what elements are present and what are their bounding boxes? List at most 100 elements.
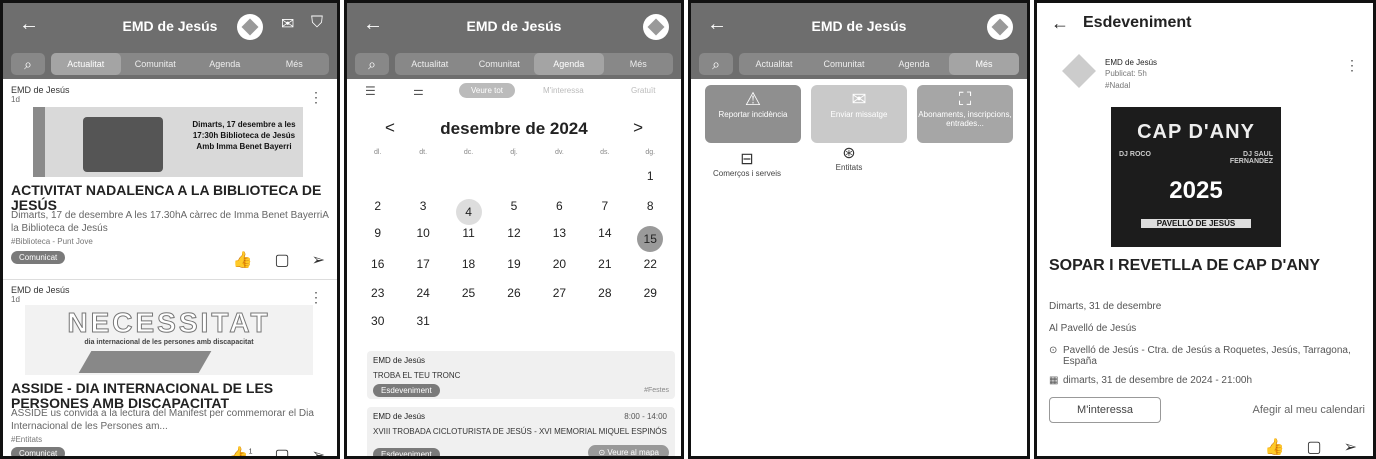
calendar-day-selected[interactable]: 15 [637, 226, 664, 252]
calendar-day[interactable]: 10 [400, 226, 445, 252]
like-icon[interactable]: 👍1 [229, 445, 253, 456]
event-datetime: dimarts, 31 de desembre de 2024 - 21:00h [1063, 375, 1253, 386]
event-tag: #Nadal [1105, 81, 1131, 90]
next-month-icon[interactable]: > [633, 118, 643, 138]
weekday-label: dj. [510, 149, 518, 156]
screen-more: ← EMD de Jesús ⌕ Actualitat Comunitat Ag… [688, 0, 1030, 459]
avatar[interactable] [237, 14, 263, 40]
share-icon[interactable]: ➢ [312, 250, 325, 270]
calendar-day[interactable]: 12 [491, 226, 536, 252]
tab-mes[interactable]: Més [949, 53, 1019, 75]
calendar-day[interactable]: 1 [628, 169, 673, 183]
calendar-day[interactable]: 21 [582, 257, 627, 271]
calendar-day[interactable]: 24 [400, 286, 445, 300]
add-to-calendar-button[interactable]: Afegir al meu calendari [1252, 404, 1365, 416]
calendar-day[interactable]: 7 [582, 199, 627, 225]
calendar-day[interactable]: 27 [537, 286, 582, 300]
send-message-tile[interactable]: ✉ Enviar missatge [811, 85, 907, 143]
event-address[interactable]: Pavelló de Jesús - Ctra. de Jesús a Roqu… [1063, 345, 1361, 367]
calendar-day[interactable]: 11 [446, 226, 491, 252]
weekday-label: dc. [463, 149, 474, 156]
calendar-day[interactable]: 3 [400, 199, 445, 225]
calendar-day[interactable]: 5 [491, 199, 536, 225]
shops-services-item[interactable]: ⊟ Comerços i serveis [707, 149, 787, 178]
back-arrow-icon[interactable]: ← [1051, 13, 1069, 34]
filter-icon[interactable]: ⛉ [311, 14, 323, 32]
calendar-day[interactable]: 16 [355, 257, 400, 271]
calendar-day[interactable]: 18 [446, 257, 491, 271]
calendar-day[interactable]: 22 [628, 257, 673, 271]
news-post[interactable]: EMD de Jesús 1d ⋮ Dimarts, 17 desembre a… [11, 85, 329, 275]
settings-sliders-icon[interactable]: ⚌ [413, 84, 424, 98]
tab-agenda[interactable]: Agenda [879, 53, 949, 75]
calendar-month: desembre de 2024 [440, 119, 588, 138]
calendar-day[interactable]: 8 [628, 199, 673, 225]
calendar-day[interactable]: 9 [355, 226, 400, 252]
search-icon[interactable]: ⌕ [11, 53, 45, 75]
calendar-day[interactable]: 19 [491, 257, 536, 271]
tab-bar: ⌕ Actualitat Comunitat Agenda Més [3, 51, 337, 79]
image-title: NECESSITAT [67, 307, 271, 339]
calendar-day[interactable]: 14 [582, 226, 627, 252]
warning-icon: ⚠ [744, 89, 762, 109]
calendar-day[interactable]: 20 [537, 257, 582, 271]
interest-button[interactable]: M'interessa [1049, 397, 1161, 423]
tab-mes[interactable]: Més [604, 53, 674, 75]
calendar-day[interactable]: 25 [446, 286, 491, 300]
like-icon[interactable]: 👍 [233, 250, 253, 270]
subscriptions-tile[interactable]: ⛶ Abonaments, inscripcions, entrades... [917, 85, 1013, 143]
calendar-day[interactable]: 29 [628, 286, 673, 300]
filter-gratuit[interactable]: Gratuït [631, 86, 655, 95]
tab-comunitat[interactable]: Comunitat [121, 53, 191, 75]
report-incident-tile[interactable]: ⚠ Reportar incidència [705, 85, 801, 143]
search-icon[interactable]: ⌕ [355, 53, 389, 75]
more-icon[interactable]: ⋮ [1345, 57, 1359, 74]
more-icon[interactable]: ⋮ [309, 89, 323, 106]
page-title: EMD de Jesús [466, 18, 562, 34]
bookmark-icon[interactable]: ▢ [1306, 437, 1321, 456]
poster-venue: PAVELLÓ DE JESÚS [1141, 219, 1251, 228]
published-time: Publicat: 5h [1105, 69, 1147, 78]
image-caption: Dimarts, 17 desembre a les 17:30h Biblio… [192, 120, 296, 151]
calendar-day[interactable]: 26 [491, 286, 536, 300]
share-icon[interactable]: ➢ [312, 445, 325, 456]
calendar-day[interactable]: 23 [355, 286, 400, 300]
filter-veure-tot[interactable]: Veure tot [459, 83, 516, 98]
tab-comunitat[interactable]: Comunitat [465, 53, 535, 75]
calendar-day[interactable]: 2 [355, 199, 400, 225]
news-post[interactable]: EMD de Jesús 1d ⋮ NECESSITAT dia interna… [11, 285, 329, 456]
post-image: NECESSITAT dia internacional de les pers… [25, 305, 313, 375]
tab-agenda[interactable]: Agenda [534, 53, 604, 75]
share-icon[interactable]: ➢ [1344, 437, 1357, 456]
tab-actualitat[interactable]: Actualitat [395, 53, 465, 75]
post-image: Dimarts, 17 desembre a les 17:30h Biblio… [33, 107, 303, 177]
bookmark-icon[interactable]: ▢ [274, 250, 289, 270]
calendar-day[interactable]: 30 [355, 314, 400, 328]
event-card[interactable]: EMD de Jesús 8:00 - 14:00 XVIII TROBADA … [367, 407, 675, 456]
calendar-day[interactable]: 13 [537, 226, 582, 252]
tab-agenda[interactable]: Agenda [190, 53, 260, 75]
calendar-day[interactable]: 31 [400, 314, 445, 328]
post-time: 1d [11, 295, 20, 304]
avatar[interactable] [987, 14, 1013, 40]
tab-actualitat[interactable]: Actualitat [739, 53, 809, 75]
like-icon[interactable]: 👍 [1265, 437, 1285, 456]
entities-item[interactable]: ⊛ Entitats [809, 143, 889, 172]
filter-minteressa[interactable]: M'interessa [543, 86, 584, 95]
list-view-icon[interactable]: ☰ [365, 84, 376, 98]
avatar[interactable] [643, 14, 669, 40]
calendar-day[interactable]: 17 [400, 257, 445, 271]
calendar-day[interactable]: 28 [582, 286, 627, 300]
tab-actualitat[interactable]: Actualitat [51, 53, 121, 75]
tab-comunitat[interactable]: Comunitat [809, 53, 879, 75]
calendar-day-today[interactable]: 4 [455, 199, 482, 225]
more-icon[interactable]: ⋮ [309, 289, 323, 306]
bookmark-icon[interactable]: ▢ [274, 445, 289, 456]
tab-mes[interactable]: Més [260, 53, 330, 75]
event-card[interactable]: EMD de Jesús TROBA EL TEU TRONC Esdeveni… [367, 351, 675, 399]
calendar-day[interactable]: 6 [537, 199, 582, 225]
top-bar: ← EMD de Jesús ✉ ⛉ [3, 3, 337, 51]
mail-icon[interactable]: ✉ [281, 14, 294, 34]
view-map-button[interactable]: ⊙ Veure al mapa [588, 445, 669, 456]
search-icon[interactable]: ⌕ [699, 53, 733, 75]
